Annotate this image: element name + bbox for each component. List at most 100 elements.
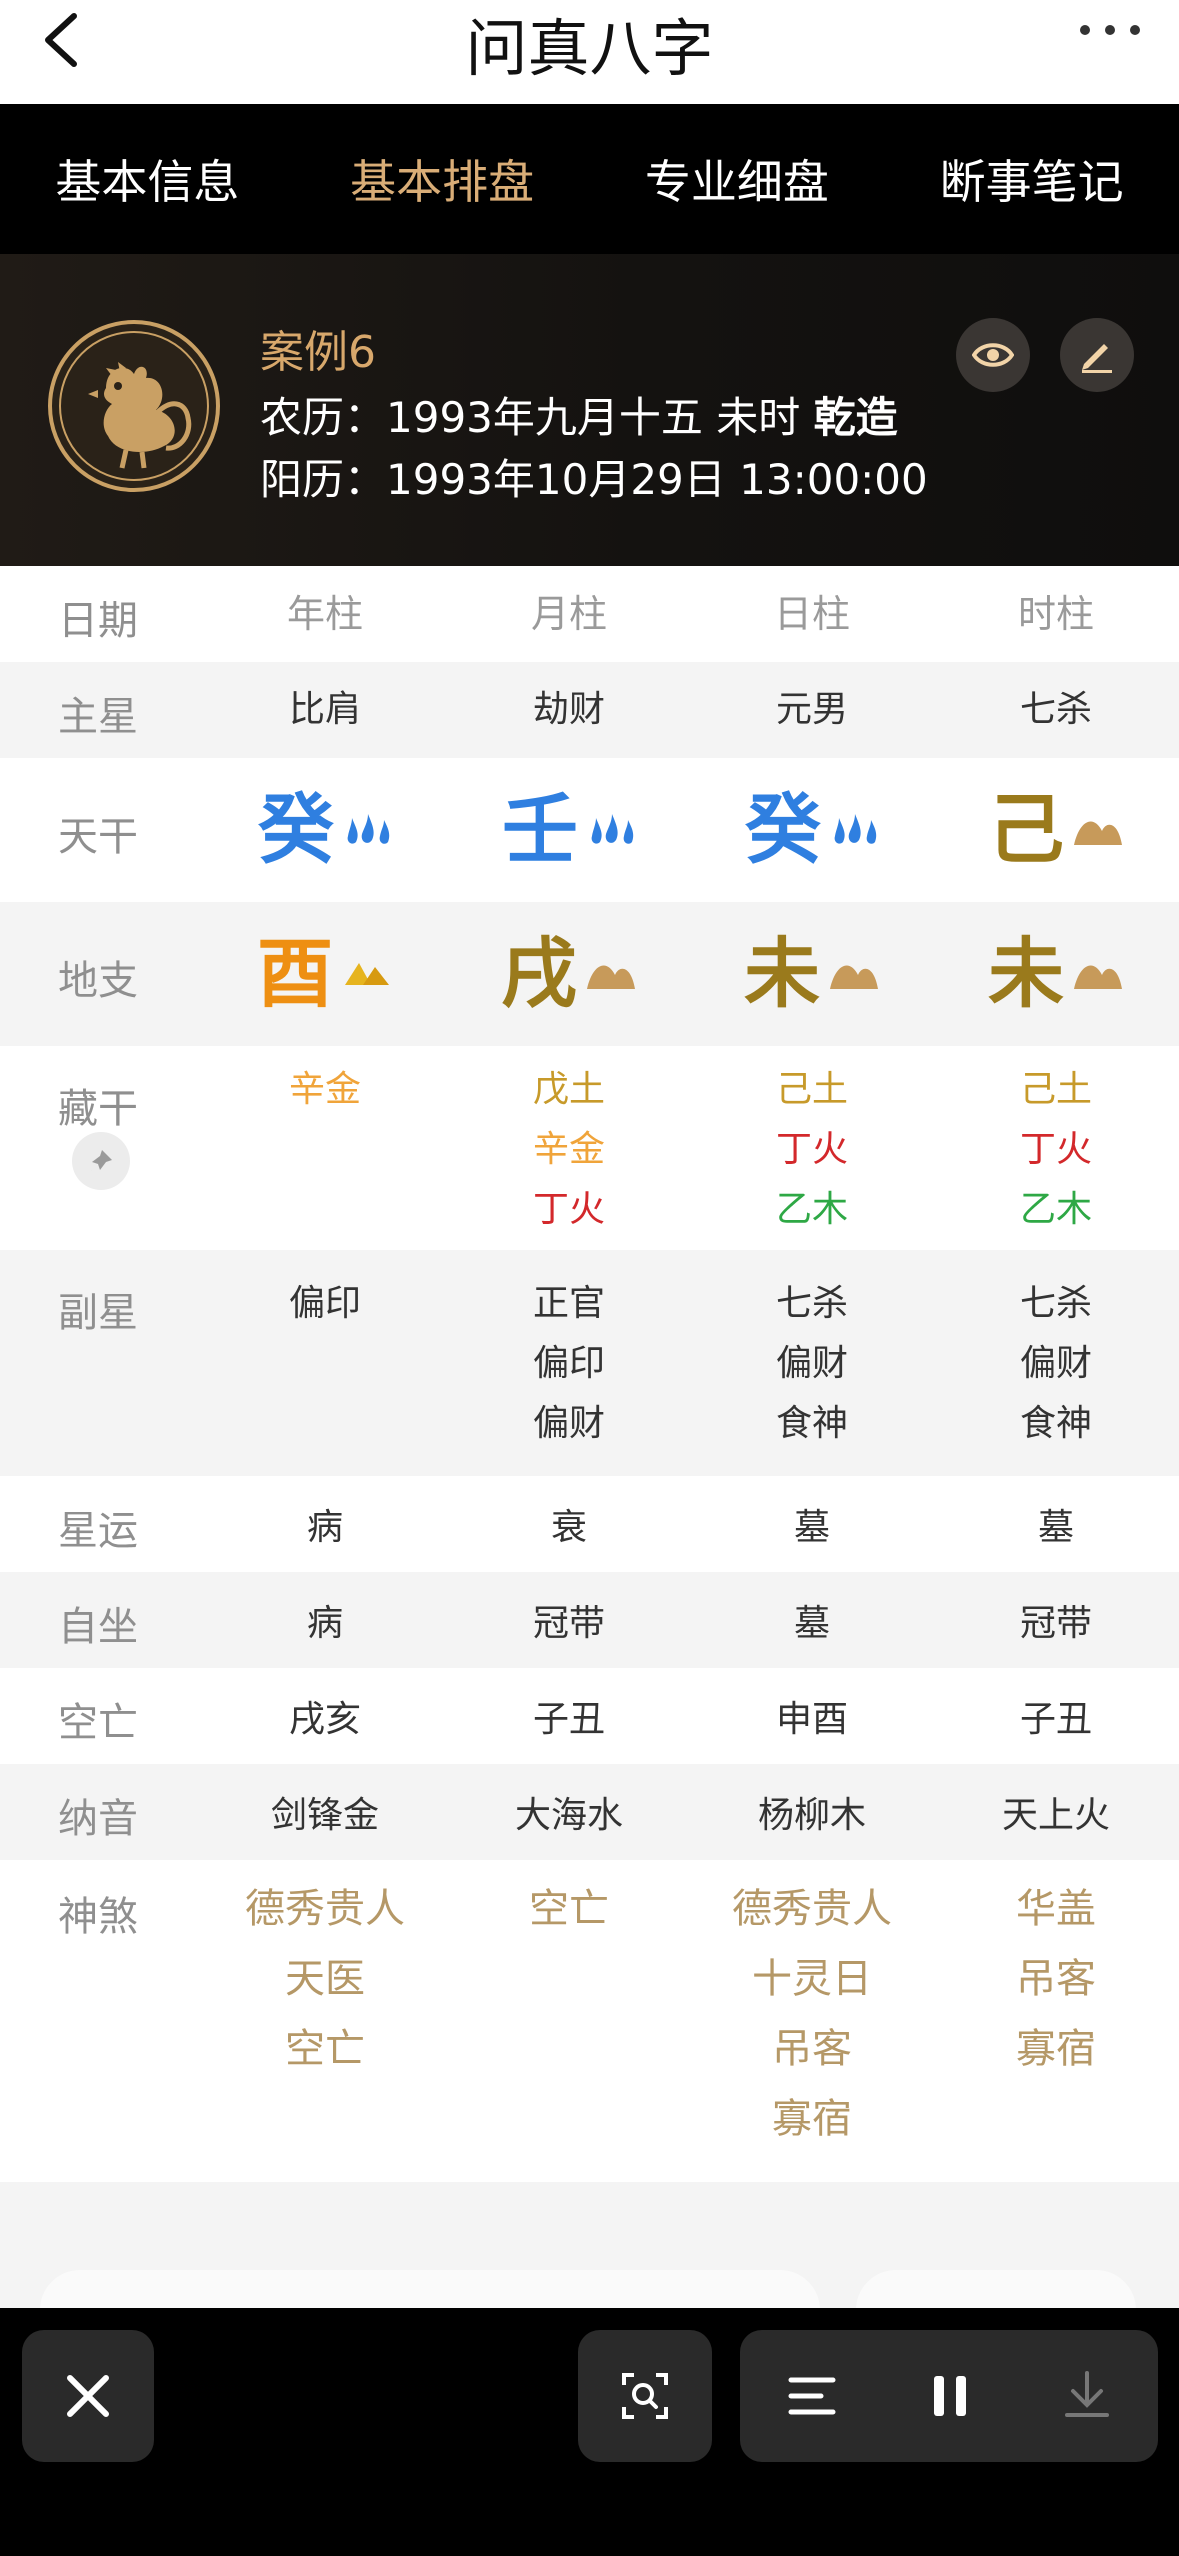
bazi-table: 日期 年柱 月柱 日柱 时柱 主星 比肩 劫财 元男 七杀 天干 癸 壬 癸 己… [0,566,1179,2182]
case-name: 案例6 [260,327,376,378]
shensha-item[interactable]: 华盖 [936,1874,1176,1944]
void-row: 空亡 戌亥 子丑 申酉 子丑 [0,1668,1179,1764]
nayin-row: 纳音 剑锋金 大海水 杨柳木 天上火 [0,1764,1179,1860]
void-cell: 戌亥 [288,1699,361,1740]
pin-button[interactable] [72,1132,130,1190]
rooster-zodiac-icon [48,320,220,492]
main-star-cell: 劫财 [532,689,605,730]
sub-star-item: 食神 [775,1403,848,1444]
hidden-stem-cell: 辛金 [205,1060,445,1120]
close-button[interactable] [22,2330,154,2462]
hidden-stem-item: 己土 [775,1069,848,1110]
row-label-stem: 天干 [58,814,138,860]
shensha-item[interactable]: 德秀贵人 [205,1874,445,1944]
shensha-item[interactable]: 吊客 [936,1944,1176,2014]
hidden-stem-item: 辛金 [288,1069,361,1110]
shensha-item[interactable]: 德秀贵人 [692,1874,932,1944]
sub-star-item: 七杀 [775,1283,848,1324]
column-hour: 时柱 [1017,592,1094,636]
main-star-row: 主星 比肩 劫财 元男 七杀 [0,662,1179,758]
hidden-stem-item: 丁火 [775,1129,848,1170]
row-label-nayin: 纳音 [58,1796,138,1842]
hidden-stem-item: 丁火 [1019,1129,1092,1170]
profile-card: 案例6 农历：1993年九月十五 未时 乾造 阳历：1993年10月29日 13… [0,254,1179,566]
shensha-item[interactable]: 寡宿 [692,2084,932,2154]
page: 问真八字 基本信息 基本排盘 专业细盘 断事笔记 案例6 农历：1993年九月十… [0,0,1179,2556]
view-button[interactable] [956,318,1030,392]
shensha-cell: 空亡 [449,1874,689,1944]
row-label-self-sit: 自坐 [58,1604,138,1650]
shensha-item[interactable]: 空亡 [205,2014,445,2084]
column-year: 年柱 [286,592,363,636]
earthly-branch-row: 地支 酉 戌 未 未 [0,902,1179,1046]
stem-char: 癸 [258,785,334,874]
shensha-item[interactable]: 十灵日 [692,1944,932,2014]
more-dots-icon[interactable] [1075,10,1145,50]
hidden-stem-item: 辛金 [532,1129,605,1170]
stem-char: 癸 [745,785,821,874]
tab-pro-chart[interactable]: 专业细盘 [590,104,885,254]
star-luck-row: 星运 病 衰 墓 墓 [0,1476,1179,1572]
stem-char: 壬 [502,785,578,874]
shensha-item[interactable]: 天医 [205,1944,445,2014]
hidden-stem-item: 丁火 [532,1189,605,1230]
shensha-item[interactable]: 吊客 [692,2014,932,2084]
shensha-cell: 华盖 吊客 寡宿 [936,1874,1176,2084]
branch-char: 戌 [501,929,577,1018]
nayin-cell: 杨柳木 [757,1795,866,1836]
earth-mound-icon [1074,965,1122,989]
menu-lines-icon[interactable] [787,2374,837,2418]
row-label-main-star: 主星 [58,694,138,740]
heavenly-stem-row: 天干 癸 壬 癸 己 [0,758,1179,902]
main-star-cell: 七杀 [1019,689,1092,730]
branch-cell: 酉 [205,904,445,1044]
sub-star-item: 偏财 [775,1343,848,1384]
shensha-item[interactable]: 空亡 [449,1874,689,1944]
star-luck-cell: 病 [306,1507,343,1548]
stem-cell: 己 [936,760,1176,900]
row-label-star-luck: 星运 [58,1508,138,1554]
main-star-cell: 元男 [775,689,848,730]
sub-star-item: 偏财 [532,1403,605,1444]
branch-char: 未 [988,929,1064,1018]
tab-basic-info[interactable]: 基本信息 [0,104,295,254]
scan-button[interactable] [578,2330,712,2462]
tab-basic-chart[interactable]: 基本排盘 [295,104,590,254]
sub-star-cell: 七杀 偏财 食神 [936,1274,1176,1454]
void-cell: 子丑 [1019,1699,1092,1740]
sub-star-item: 偏印 [288,1283,361,1324]
hidden-stem-row: 藏干 辛金 戊土 辛金 丁火 己土 丁火 乙木 己土 丁火 乙木 [0,1046,1179,1250]
void-cell: 子丑 [532,1699,605,1740]
row-label-shensha: 神煞 [58,1894,138,1940]
stem-char: 己 [988,785,1064,874]
hidden-stem-cell: 己土 丁火 乙木 [936,1060,1176,1240]
self-sit-cell: 冠带 [1019,1603,1092,1644]
star-luck-cell: 墓 [793,1507,830,1548]
shensha-item[interactable]: 寡宿 [936,2014,1176,2084]
pause-icon[interactable] [930,2374,970,2418]
nayin-cell: 天上火 [1001,1795,1110,1836]
hidden-stem-item: 己土 [1019,1069,1092,1110]
branch-char: 未 [744,929,820,1018]
hidden-stem-item: 乙木 [775,1189,848,1230]
branch-cell: 未 [692,904,932,1044]
stem-cell: 癸 [692,760,932,900]
column-day: 日柱 [773,592,850,636]
download-icon[interactable] [1063,2371,1111,2421]
sub-star-item: 食神 [1019,1403,1092,1444]
tab-notes[interactable]: 断事笔记 [884,104,1179,254]
branch-char: 酉 [257,929,333,1018]
sub-star-item: 七杀 [1019,1283,1092,1324]
shensha-cell: 德秀贵人 十灵日 吊客 寡宿 [692,1874,932,2154]
row-label-sub-star: 副星 [58,1290,138,1336]
column-header-row: 日期 年柱 月柱 日柱 时柱 [0,566,1179,662]
edit-button[interactable] [1060,318,1134,392]
shensha-cell: 德秀贵人 天医 空亡 [205,1874,445,2084]
stem-cell: 癸 [205,760,445,900]
column-month: 月柱 [530,592,607,636]
branch-cell: 未 [936,904,1176,1044]
void-cell: 申酉 [775,1699,848,1740]
row-label-void: 空亡 [58,1700,138,1746]
page-title: 问真八字 [465,12,714,85]
scan-search-icon [622,2373,668,2419]
